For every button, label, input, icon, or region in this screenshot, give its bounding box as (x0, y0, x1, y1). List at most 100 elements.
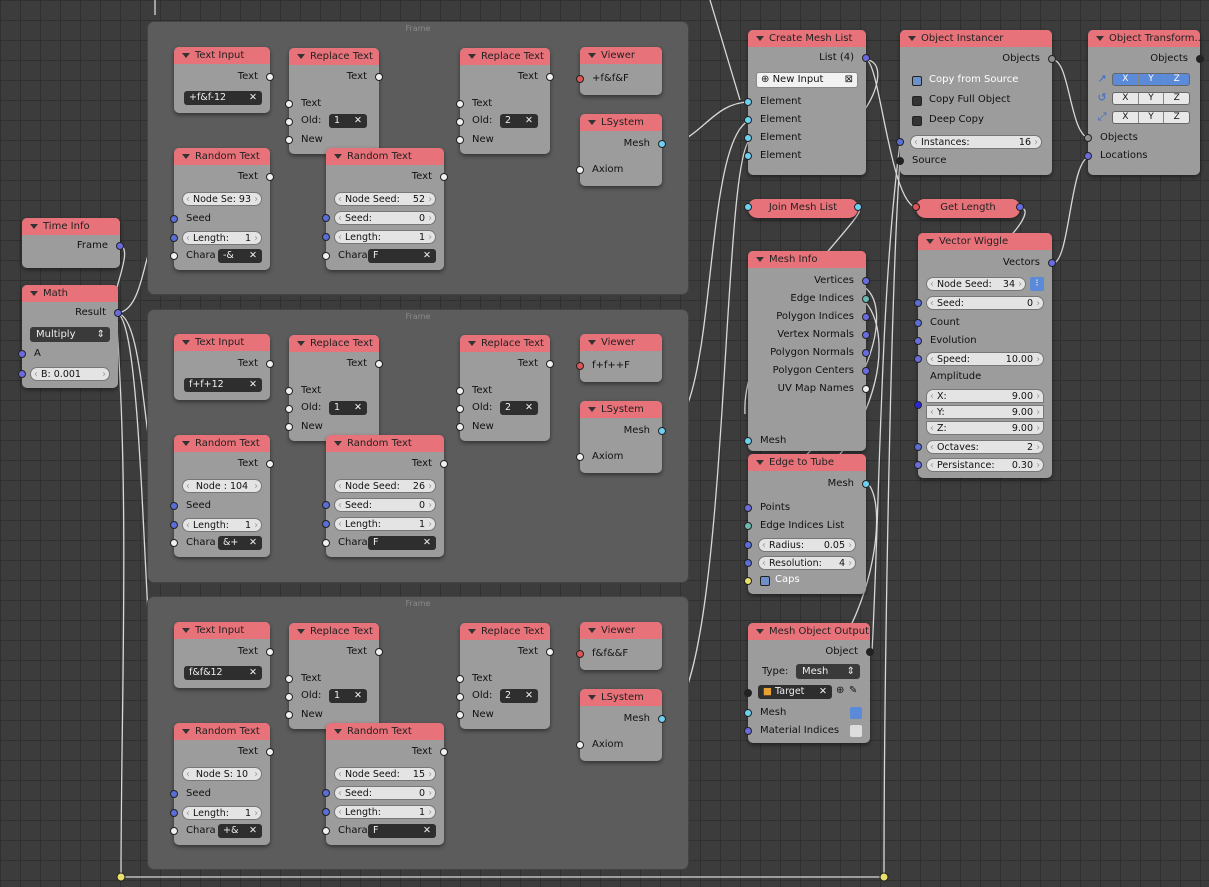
clear-icon[interactable]: ✕ (249, 536, 257, 550)
socket-icon[interactable] (285, 118, 293, 126)
socket-icon[interactable] (456, 675, 464, 683)
collapse-arrow-icon[interactable] (588, 627, 596, 633)
node-seed-field[interactable]: Node Seed: 52 (334, 192, 436, 207)
socket-icon[interactable] (744, 134, 752, 142)
socket-icon[interactable] (456, 693, 464, 701)
node-header[interactable]: Text Input (174, 47, 270, 64)
socket-icon[interactable] (322, 233, 330, 241)
collapse-arrow-icon[interactable] (468, 53, 476, 59)
socket-icon[interactable] (266, 460, 274, 468)
socket-icon[interactable] (914, 461, 922, 469)
axis-x[interactable]: X (1113, 74, 1138, 85)
old-field[interactable]: 1 ✕ (329, 689, 367, 703)
edge-to-tube-node[interactable]: Edge to Tube Mesh Points Edge Indices Li… (744, 454, 870, 594)
characters-field[interactable]: &+ ✕ (218, 536, 262, 550)
resolution-field[interactable]: Resolution: 4 (758, 556, 856, 571)
random-text-node[interactable]: Random Text Text Node Se: 93 Seed Length… (170, 148, 274, 270)
seed-field[interactable]: Seed: 0 (334, 786, 436, 801)
axis-x[interactable]: X (1113, 112, 1138, 123)
node-header[interactable]: LSystem (580, 401, 662, 418)
socket-icon[interactable] (546, 648, 554, 656)
collapse-arrow-icon[interactable] (182, 339, 190, 345)
socket-icon[interactable] (322, 808, 330, 816)
collapse-arrow-icon[interactable] (297, 53, 305, 59)
socket-icon[interactable] (1048, 259, 1056, 267)
node-seed-field[interactable]: Node Seed: 15 (334, 767, 436, 782)
socket-icon[interactable] (170, 252, 178, 260)
clear-icon[interactable]: ✕ (249, 666, 257, 680)
old-field[interactable]: 2 ✕ (500, 689, 538, 703)
text-value-field[interactable]: +f&f-12 ✕ (184, 91, 262, 105)
socket-icon[interactable] (912, 203, 920, 211)
replace-text-node[interactable]: Replace Text Text Text Old: 1 ✕ New (285, 335, 383, 441)
clear-icon[interactable]: ✕ (525, 401, 533, 415)
random-text-node[interactable]: Random Text Text Node Seed: 15 Seed: 0 Len… (322, 723, 448, 845)
mesh-info-node[interactable]: Mesh Info Vertices Edge Indices Polygon In… (744, 251, 870, 451)
old-field[interactable]: 2 ✕ (500, 114, 538, 128)
socket-icon[interactable] (914, 337, 922, 345)
socket-icon[interactable] (576, 166, 584, 174)
socket-icon[interactable] (266, 748, 274, 756)
socket-icon[interactable] (440, 460, 448, 468)
socket-icon[interactable] (744, 709, 752, 717)
time-info-node[interactable]: Time Info Frame (22, 218, 124, 268)
viewer-node[interactable]: Viewer f+f++F (576, 334, 662, 382)
collapse-arrow-icon[interactable] (756, 35, 764, 41)
node-header[interactable]: Object Instancer (900, 30, 1052, 47)
socket-icon[interactable] (914, 355, 922, 363)
socket-icon[interactable] (896, 157, 904, 165)
socket-icon[interactable] (862, 331, 870, 339)
amplitude-x-field[interactable]: X: 9.00 (926, 389, 1044, 404)
clear-icon[interactable]: ✕ (354, 689, 362, 703)
socket-icon[interactable] (744, 522, 752, 530)
socket-icon[interactable] (440, 748, 448, 756)
collapse-arrow-icon[interactable] (334, 728, 342, 734)
dice-icon[interactable]: ⁝ (1030, 277, 1044, 291)
socket-icon[interactable] (744, 504, 752, 512)
length-field[interactable]: Length: 1 (182, 231, 262, 246)
node-header[interactable]: Random Text (326, 723, 444, 740)
collapse-arrow-icon[interactable] (182, 627, 190, 633)
socket-icon[interactable] (862, 54, 870, 62)
collapse-arrow-icon[interactable] (588, 406, 596, 412)
node-header[interactable]: Mesh Info (748, 251, 866, 268)
text-value-field[interactable]: f+f+12 ✕ (184, 378, 262, 392)
create-mesh-list-node[interactable]: Create Mesh List List (4) ⊕ New Input ⊠ E… (744, 30, 870, 175)
socket-icon[interactable] (170, 234, 178, 242)
node-header[interactable]: Text Input (174, 622, 270, 639)
socket-icon[interactable] (1084, 152, 1092, 160)
socket-icon[interactable] (456, 100, 464, 108)
socket-icon[interactable] (322, 214, 330, 222)
characters-field[interactable]: F ✕ (368, 536, 436, 550)
node-seed-field[interactable]: Node Seed: 34 (926, 277, 1026, 292)
old-field[interactable]: 1 ✕ (329, 114, 367, 128)
socket-icon[interactable] (576, 362, 584, 370)
socket-icon[interactable] (285, 423, 293, 431)
node-seed-field[interactable]: Node S: 10 (182, 767, 262, 782)
node-header[interactable]: Text Input (174, 334, 270, 351)
get-length-node[interactable]: Get Length (912, 199, 1024, 218)
lsystem-node[interactable]: LSystem Mesh Axiom (576, 689, 666, 761)
object-transforms-node[interactable]: Object Transform... Objects ↗ XYZ ↺ XYZ … (1084, 30, 1204, 175)
socket-icon[interactable] (744, 152, 752, 160)
deep-copy-checkbox[interactable] (912, 116, 922, 126)
axis-z[interactable]: Z (1163, 93, 1189, 104)
random-text-node[interactable]: Random Text Text Node Seed: 52 Seed: 0 Len… (322, 148, 448, 270)
lsystem-node[interactable]: LSystem Mesh Axiom (576, 114, 666, 186)
node-header[interactable]: Create Mesh List (748, 30, 866, 47)
socket-icon[interactable] (285, 100, 293, 108)
join-mesh-list-node[interactable]: Join Mesh List (744, 199, 862, 218)
length-field[interactable]: Length: 1 (334, 230, 436, 245)
operation-dropdown[interactable]: Multiply ⇕ (30, 327, 110, 342)
socket-icon[interactable] (914, 443, 922, 451)
socket-icon[interactable] (862, 295, 870, 303)
collapse-arrow-icon[interactable] (756, 256, 764, 262)
node-header[interactable]: Random Text (174, 435, 270, 452)
axis-z[interactable]: Z (1163, 112, 1189, 123)
socket-icon[interactable] (285, 711, 293, 719)
collapse-arrow-icon[interactable] (588, 52, 596, 58)
node-seed-field[interactable]: Node : 104 (182, 479, 262, 494)
clear-icon[interactable]: ✕ (249, 249, 257, 263)
socket-icon[interactable] (576, 650, 584, 658)
node-header[interactable]: Replace Text (289, 335, 379, 352)
